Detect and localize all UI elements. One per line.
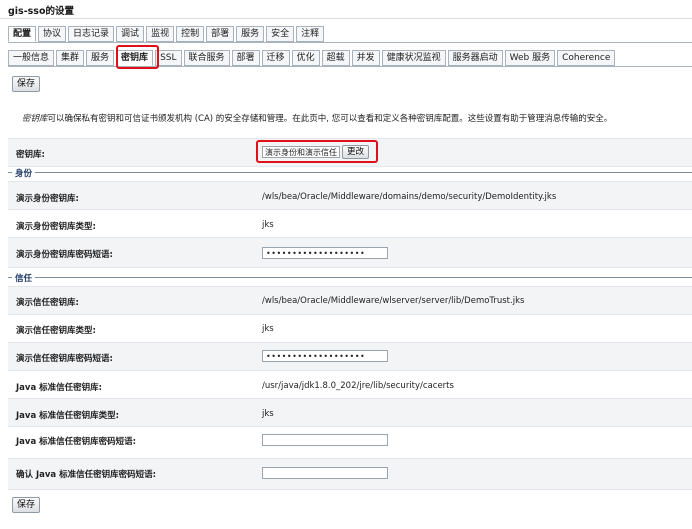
java-type-row: Java 标准信任密钥库类型: jks [8,398,692,427]
tab-debug[interactable]: 调试 [116,26,145,42]
identity-type-row: 演示身份密钥库类型: jks [8,209,692,238]
identity-section-header: 身份 [8,167,692,179]
tab-protocols[interactable]: 协议 [38,26,67,42]
subtab-tuning[interactable]: 优化 [291,50,320,66]
save-button-top[interactable]: 保存 [12,76,41,92]
window-titlebar: gis-sso的设置 [0,0,692,19]
java-confirm-input[interactable] [262,467,388,479]
subtab-coherence[interactable]: Coherence [557,50,616,66]
identity-pass-input[interactable]: ••••••••••••••••••• [262,247,388,259]
trust-type-value: jks [262,324,274,334]
identity-keystore-value: /wls/bea/Oracle/Middleware/domains/demo/… [262,192,557,202]
trust-section-header: 信任 [8,272,692,284]
subtab-federation-services[interactable]: 联合服务 [183,50,230,66]
trust-keystore-value: /wls/bea/Oracle/Middleware/wlserver/serv… [262,296,525,306]
window-title: gis-sso的设置 [8,6,74,17]
main-tab-bar: 配置 协议 日志记录 调试 监视 控制 部署 服务 安全 注释 [8,26,326,42]
java-keystore-value: /usr/java/jdk1.8.0_202/jre/lib/security/… [262,381,454,391]
trust-section-title: 信任 [12,272,36,284]
trust-keystore-label: 演示信任密钥库: [16,298,79,308]
sub-tab-bar: 一般信息 集群 服务 密钥库 SSL 联合服务 部署 迁移 优化 超载 并发 健… [8,50,617,66]
identity-keystore-row: 演示身份密钥库: /wls/bea/Oracle/Middleware/doma… [8,181,692,210]
trust-type-row: 演示信任密钥库类型: jks [8,314,692,343]
tab-control[interactable]: 控制 [176,26,205,42]
keystores-select[interactable]: 演示身份和演示信任 [262,146,340,158]
identity-pass-label: 演示身份密钥库密码短语: [16,250,113,260]
change-button[interactable]: 更改 [342,145,370,159]
subtab-ssl[interactable]: SSL [155,50,182,66]
description-emphasis: 密钥库 [22,114,48,124]
subtab-migration[interactable]: 迁移 [261,50,290,66]
tab-services[interactable]: 服务 [236,26,265,42]
subtab-general[interactable]: 一般信息 [8,50,55,66]
java-keystore-label: Java 标准信任密钥库: [16,383,103,393]
subtab-health-monitoring[interactable]: 健康状况监视 [381,50,446,66]
tab-monitoring[interactable]: 监视 [146,26,175,42]
java-confirm-label: 确认 Java 标准信任密钥库密码短语: [16,470,156,480]
tab-deployments[interactable]: 部署 [206,26,235,42]
identity-type-label: 演示身份密钥库类型: [16,222,96,232]
java-pass-label: Java 标准信任密钥库密码短语: [16,437,137,447]
subtab-server-start[interactable]: 服务器启动 [447,50,503,66]
description-text: 可以确保私有密钥和可信证书颁发机构 (CA) 的安全存储和管理。在此页中, 您可… [47,114,613,124]
subtab-overload[interactable]: 超载 [321,50,350,66]
tab-notes[interactable]: 注释 [296,26,325,42]
main-tab-divider [8,42,692,43]
identity-keystore-label: 演示身份密钥库: [16,194,79,204]
java-keystore-row: Java 标准信任密钥库: /usr/java/jdk1.8.0_202/jre… [8,370,692,399]
java-pass-input[interactable] [262,434,388,446]
page-description: 密钥库可以确保私有密钥和可信证书颁发机构 (CA) 的安全存储和管理。在此页中,… [22,112,682,124]
tab-config[interactable]: 配置 [8,26,37,42]
subtab-web-services[interactable]: Web 服务 [504,50,556,66]
subtab-cluster[interactable]: 集群 [56,50,85,66]
trust-pass-input[interactable]: ••••••••••••••••••• [262,350,388,362]
tab-security[interactable]: 安全 [266,26,295,42]
subtab-concurrency[interactable]: 并发 [351,50,380,66]
sub-tab-divider [8,66,692,67]
subtab-deployment[interactable]: 部署 [231,50,260,66]
identity-type-value: jks [262,220,274,230]
tab-logging[interactable]: 日志记录 [68,26,115,42]
subtab-keystores[interactable]: 密钥库 [116,50,154,66]
java-type-label: Java 标准信任密钥库类型: [16,411,120,421]
identity-section-title: 身份 [12,167,36,179]
keystores-label: 密钥库: [16,150,45,160]
trust-type-label: 演示信任密钥库类型: [16,326,96,336]
trust-keystore-row: 演示信任密钥库: /wls/bea/Oracle/Middleware/wlse… [8,286,692,315]
subtab-services[interactable]: 服务 [86,50,115,66]
trust-pass-label: 演示信任密钥库密码短语: [16,354,113,364]
java-type-value: jks [262,409,274,419]
save-button-bottom[interactable]: 保存 [12,497,41,513]
